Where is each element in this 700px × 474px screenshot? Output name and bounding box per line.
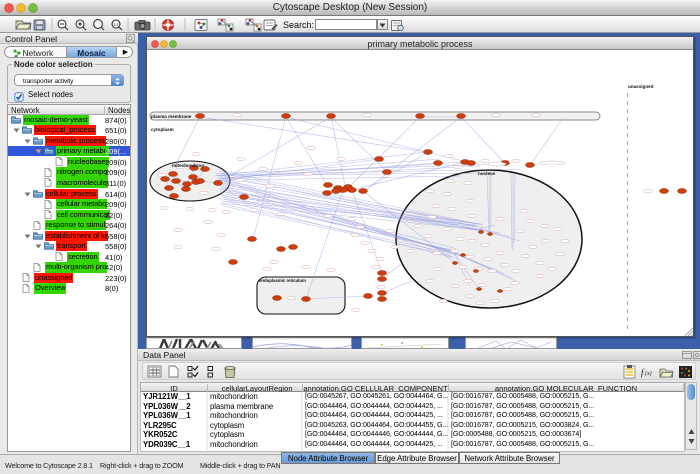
svg-text:cytoplasm: cytoplasm (151, 127, 174, 132)
svg-text:(x): (x) (645, 370, 652, 377)
svg-text:1:1: 1:1 (113, 22, 119, 27)
svg-text:plasma membrane: plasma membrane (151, 114, 192, 119)
svg-text:nucleus: nucleus (478, 171, 496, 176)
svg-text:endoplasmic reticulum: endoplasmic reticulum (259, 278, 306, 283)
svg-text:unassigned: unassigned (628, 84, 654, 89)
svg-text:mitochondrion: mitochondrion (172, 163, 204, 168)
